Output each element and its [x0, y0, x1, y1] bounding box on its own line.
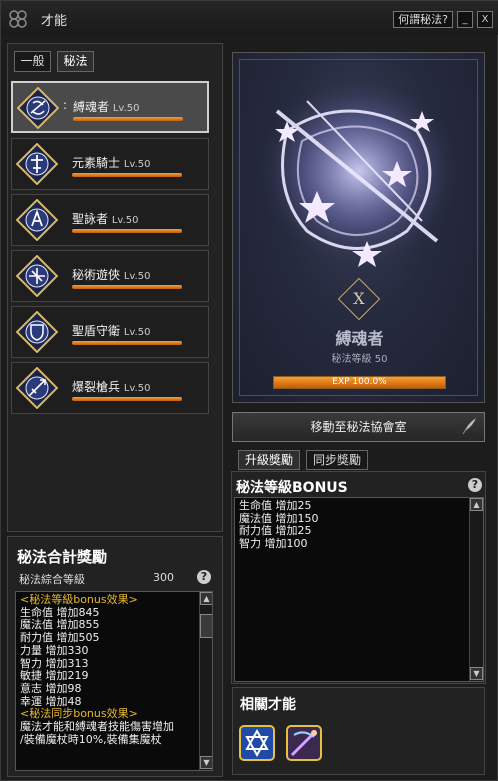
class-name: 聖詠者 Lv.50 [72, 210, 138, 227]
window-title: 才能 [41, 14, 68, 29]
title-bar[interactable]: 才能 何謂秘法? _ X [1, 1, 498, 35]
chanter-emblem-icon [16, 199, 58, 241]
class-name: 爆裂槍兵 Lv.50 [72, 378, 150, 395]
class-exp-bar [73, 117, 183, 121]
class-level: Lv.50 [123, 271, 151, 282]
class-level: Lv.50 [111, 215, 139, 226]
summary-line: 耐力值 增加505 [20, 631, 100, 645]
class-exp-bar [72, 285, 182, 289]
wand-crafting-talent-icon[interactable] [286, 725, 322, 761]
class-item-elemental-knight[interactable]: 元素騎士 Lv.50 [11, 138, 209, 190]
holy-guardian-emblem-icon [16, 311, 58, 353]
elemental-knight-emblem-icon [16, 143, 58, 185]
class-name-text: 聖盾守衛 [72, 324, 121, 338]
tab-arcane[interactable]: 秘法 [57, 51, 94, 72]
class-badge-text: X [353, 289, 365, 308]
selected-marker: : [63, 98, 68, 112]
class-level: Lv.50 [123, 327, 151, 338]
class-item-chanter[interactable]: 聖詠者 Lv.50 [11, 194, 209, 246]
what-is-arcane-button[interactable]: 何謂秘法? [393, 11, 453, 28]
minimize-button[interactable]: _ [457, 11, 473, 28]
class-level: Lv.50 [123, 383, 151, 394]
class-name-text: 聖詠者 [72, 212, 109, 226]
soulbinder-emblem-icon [17, 87, 59, 129]
bonus-lines: 生命值 增加25 魔法值 增加150 耐力值 增加25 智力 增加100 [239, 499, 319, 551]
level-bonus-textbox[interactable]: 生命值 增加25 魔法值 增加150 耐力值 增加25 智力 增加100 ▲ ▼ [234, 497, 484, 682]
class-item-holy-guardian[interactable]: 聖盾守衛 Lv.50 [11, 306, 209, 358]
scroll-thumb[interactable] [200, 614, 212, 638]
tab-sync-bonus[interactable]: 同步獎勵 [306, 450, 368, 470]
tab-general[interactable]: 一般 [14, 51, 51, 72]
talent-window: 才能 何謂秘法? _ X 一般 秘法 : 縛魂者 Lv.50 元素騎士 Lv.5… [0, 0, 498, 781]
class-level: Lv.50 [112, 103, 140, 114]
tab-level-bonus[interactable]: 升級獎勵 [238, 450, 300, 470]
bonus-line: 生命值 增加25 [239, 499, 312, 512]
total-level-value: 300 [153, 571, 174, 584]
window-logo-icon [7, 8, 29, 30]
arcane-ranger-emblem-icon [16, 255, 58, 297]
class-level: Lv.50 [123, 159, 151, 170]
class-exp-bar [72, 341, 182, 345]
card-class-name: 縛魂者 [335, 329, 384, 348]
class-name: 元素騎士 Lv.50 [72, 154, 150, 171]
summary-scrollbar[interactable]: ▲ ▼ [199, 592, 212, 770]
related-talents-title: 相關才能 [240, 697, 296, 713]
summary-line: 力量 增加330 [20, 643, 89, 657]
summary-help-icon[interactable]: ? [197, 570, 211, 584]
class-name-text: 爆裂槍兵 [72, 380, 121, 394]
class-item-soulbinder[interactable]: : 縛魂者 Lv.50 [11, 81, 209, 133]
summary-line: 意志 增加98 [20, 681, 82, 695]
exp-bar: EXP 100.0% [273, 376, 446, 389]
bonus-help-icon[interactable]: ? [468, 478, 482, 492]
class-exp-bar [72, 173, 182, 177]
move-to-arcane-hall-button[interactable]: 移動至秘法協會室 [232, 412, 485, 442]
summary-lines: <秘法等級bonus效果> 生命值 增加845 魔法值 增加855 耐力值 增加… [20, 593, 174, 746]
quill-icon [459, 416, 479, 436]
class-item-arcane-ranger[interactable]: 秘術遊俠 Lv.50 [11, 250, 209, 302]
summary-line: /裝備魔杖時10%,裝備集魔杖 [20, 732, 162, 746]
class-exp-bar [72, 397, 182, 401]
class-name: 秘術遊俠 Lv.50 [72, 266, 150, 283]
class-card: X 縛魂者 秘法等級 50 EXP 100.0% [232, 52, 485, 403]
soulbinder-art-icon [259, 79, 459, 267]
class-name-text: 元素騎士 [72, 156, 121, 170]
scroll-down-icon[interactable]: ▼ [470, 667, 483, 680]
class-name-text: 秘術遊俠 [72, 268, 121, 282]
summary-line: <秘法等級bonus效果> [20, 593, 138, 606]
level-bonus-title: 秘法等級BONUS [236, 480, 348, 496]
class-name: 聖盾守衛 Lv.50 [72, 322, 150, 339]
summary-title: 秘法合計獎勵 [17, 548, 108, 566]
scroll-down-icon[interactable]: ▼ [200, 756, 212, 769]
summary-line: 魔法才能和縛魂者技能傷害增加 [20, 720, 174, 734]
close-button[interactable]: X [477, 11, 493, 28]
bonus-line: 智力 增加100 [239, 537, 308, 551]
class-exp-bar [72, 229, 182, 233]
class-name: 縛魂者 Lv.50 [73, 98, 139, 115]
scroll-up-icon[interactable]: ▲ [470, 498, 483, 511]
class-name-text: 縛魂者 [73, 100, 110, 114]
summary-bonus-textbox[interactable]: <秘法等級bonus效果> 生命值 增加845 魔法值 增加855 耐力值 增加… [15, 591, 213, 771]
scroll-up-icon[interactable]: ▲ [200, 592, 212, 605]
card-arcane-level: 秘法等級 50 [331, 354, 388, 365]
bonus-scrollbar[interactable]: ▲ ▼ [469, 498, 483, 681]
magic-talent-icon[interactable] [239, 725, 275, 761]
total-level-label: 秘法綜合等級 [19, 573, 85, 586]
blast-lancer-emblem-icon [16, 367, 58, 409]
class-item-blast-lancer[interactable]: 爆裂槍兵 Lv.50 [11, 362, 209, 414]
